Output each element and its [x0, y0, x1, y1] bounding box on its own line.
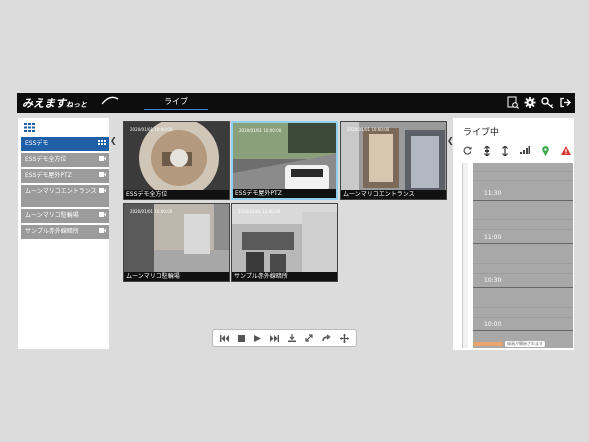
camera-caption: ESSデモ全方位	[124, 190, 229, 199]
timeline-time-label: 11:30	[484, 190, 502, 197]
timeline-tick	[473, 317, 573, 318]
timeline-tick	[473, 180, 573, 181]
logo-main-text: みえます	[22, 97, 66, 110]
office-video-feed	[232, 204, 337, 281]
timeline-now-badge: 録画が開始されます	[505, 341, 545, 347]
share-icon[interactable]	[321, 334, 331, 342]
timeline-tick	[473, 229, 573, 230]
tab-live-label: ライブ	[164, 97, 188, 106]
live-status-panel: ライブ中 11:30 11:00 10:30 10:00 録画が開始されます	[453, 118, 574, 350]
timestamp-overlay: 2020/01/01 10:00:00	[130, 209, 173, 214]
sidebar-item-label: ESSデモ屋外PTZ	[25, 172, 72, 179]
sidebar-item-label: ESSデモ全方位	[25, 156, 67, 163]
timeline-tick	[473, 171, 573, 172]
camera-caption: ESSデモ屋外PTZ	[233, 189, 336, 198]
skip-forward-icon[interactable]	[270, 334, 280, 342]
grid-layout-icon[interactable]	[24, 123, 35, 132]
timeline-tick	[473, 273, 573, 274]
app-logo[interactable]: みえますねっと	[22, 95, 87, 111]
camera-tile[interactable]: 2020/01/01 10:00:00 ESSデモ全方位	[123, 121, 230, 200]
camera-icon	[99, 188, 106, 193]
camera-tile[interactable]: 2020/01/01 10:00:00 ムーンマリコエントランス	[340, 121, 447, 200]
timeline-major-tick	[473, 330, 573, 331]
sidebar-item-label: ムーンマリコエントランス	[25, 188, 97, 195]
panel-title: ライブ中	[463, 128, 500, 138]
timeline-major-tick	[473, 243, 573, 244]
timestamp-overlay: 2020/01/01 10:00:00	[130, 127, 173, 132]
download-icon[interactable]	[287, 334, 296, 342]
tab-live[interactable]: ライブ	[144, 93, 208, 113]
camera-icon	[99, 172, 106, 177]
timeline-time-label: 11:00	[484, 234, 502, 241]
sidebar-item-camera[interactable]: ESSデモ全方位	[21, 153, 109, 167]
camera-caption: ムーンマリコエントランス	[341, 190, 446, 199]
timeline-track[interactable]: 11:30 11:00 10:30 10:00 録画が開始されます	[473, 163, 573, 348]
timestamp-overlay: 2020/01/01 10:00:00	[347, 127, 390, 132]
timeline-time-label: 10:30	[484, 277, 502, 284]
signal-icon[interactable]	[520, 146, 530, 154]
stop-icon[interactable]	[238, 334, 246, 342]
timeline-scrollbar[interactable]	[462, 163, 468, 348]
gear-icon[interactable]	[524, 96, 536, 109]
timeline-now-marker	[473, 342, 503, 346]
camera-list-sidebar: ESSデモ ESSデモ全方位 ESSデモ屋外PTZ ムーンマリコエントランス ム…	[18, 118, 109, 349]
logo-small-text: ねっと	[66, 101, 87, 109]
move-icon[interactable]	[339, 333, 349, 343]
camera-tile[interactable]: 2020/01/01 10:00:00 サンプル赤外線暗所	[231, 203, 338, 282]
entrance-video-feed	[341, 122, 446, 199]
timestamp-overlay: 2020/01/01 10:00:00	[239, 128, 282, 133]
fisheye-video-feed	[124, 122, 229, 199]
logout-icon[interactable]	[559, 96, 571, 109]
camera-icon	[99, 156, 106, 161]
camera-caption: ムーンマリコ駐輪場	[124, 272, 229, 281]
timeline-time-label: 10:00	[484, 321, 502, 328]
location-icon[interactable]	[542, 146, 549, 156]
playback-controls-bar	[212, 329, 357, 347]
collapse-sidebar-chevron-icon[interactable]: ❮	[110, 136, 117, 145]
logo-swoosh-icon	[101, 96, 119, 105]
camera-icon	[99, 228, 106, 233]
timeline-tick	[473, 263, 573, 264]
grid-icon	[98, 140, 106, 145]
tab-live-underline	[144, 109, 208, 110]
zoom-out-icon[interactable]	[502, 146, 508, 156]
timeline-major-tick	[473, 287, 573, 288]
camera-tile[interactable]: 2020/01/01 10:00:00 ムーンマリコ駐輪場	[123, 203, 230, 282]
sidebar-item-label: サンプル赤外線暗所	[25, 228, 79, 235]
camera-icon	[99, 212, 106, 217]
sidebar-item-camera[interactable]: ムーンマリコ駐輪場	[21, 209, 109, 223]
sidebar-item-label: ESSデモ	[25, 140, 49, 147]
timeline-tick	[473, 219, 573, 220]
camera-tile-selected[interactable]: 2020/01/01 10:00:00 ESSデモ屋外PTZ	[231, 121, 338, 200]
sidebar-item-label: ムーンマリコ駐輪場	[25, 212, 79, 219]
timestamp-overlay: 2020/01/01 10:00:00	[238, 209, 281, 214]
zoom-in-icon[interactable]	[484, 146, 490, 156]
top-navigation-bar: みえますねっと ライブ	[17, 93, 575, 113]
report-search-icon[interactable]	[507, 96, 519, 109]
timeline-major-tick	[473, 200, 573, 201]
sidebar-item-camera[interactable]: サンプル赤外線暗所	[21, 225, 109, 239]
play-icon[interactable]	[254, 334, 262, 342]
sidebar-item-camera[interactable]: ESSデモ屋外PTZ	[21, 169, 109, 183]
sidebar-item-camera[interactable]: ムーンマリコエントランス	[21, 185, 109, 207]
warning-icon[interactable]	[561, 146, 571, 155]
camera-caption: サンプル赤外線暗所	[232, 272, 337, 281]
fullscreen-icon[interactable]	[305, 334, 313, 342]
recording-timeline[interactable]: 11:30 11:00 10:30 10:00 録画が開始されます	[462, 163, 573, 349]
skip-back-icon[interactable]	[220, 334, 230, 342]
key-icon[interactable]	[541, 96, 554, 109]
sidebar-item-ess-demo[interactable]: ESSデモ	[21, 137, 109, 151]
parking-video-feed	[124, 204, 229, 281]
refresh-icon[interactable]	[463, 146, 472, 155]
timeline-tick	[473, 307, 573, 308]
